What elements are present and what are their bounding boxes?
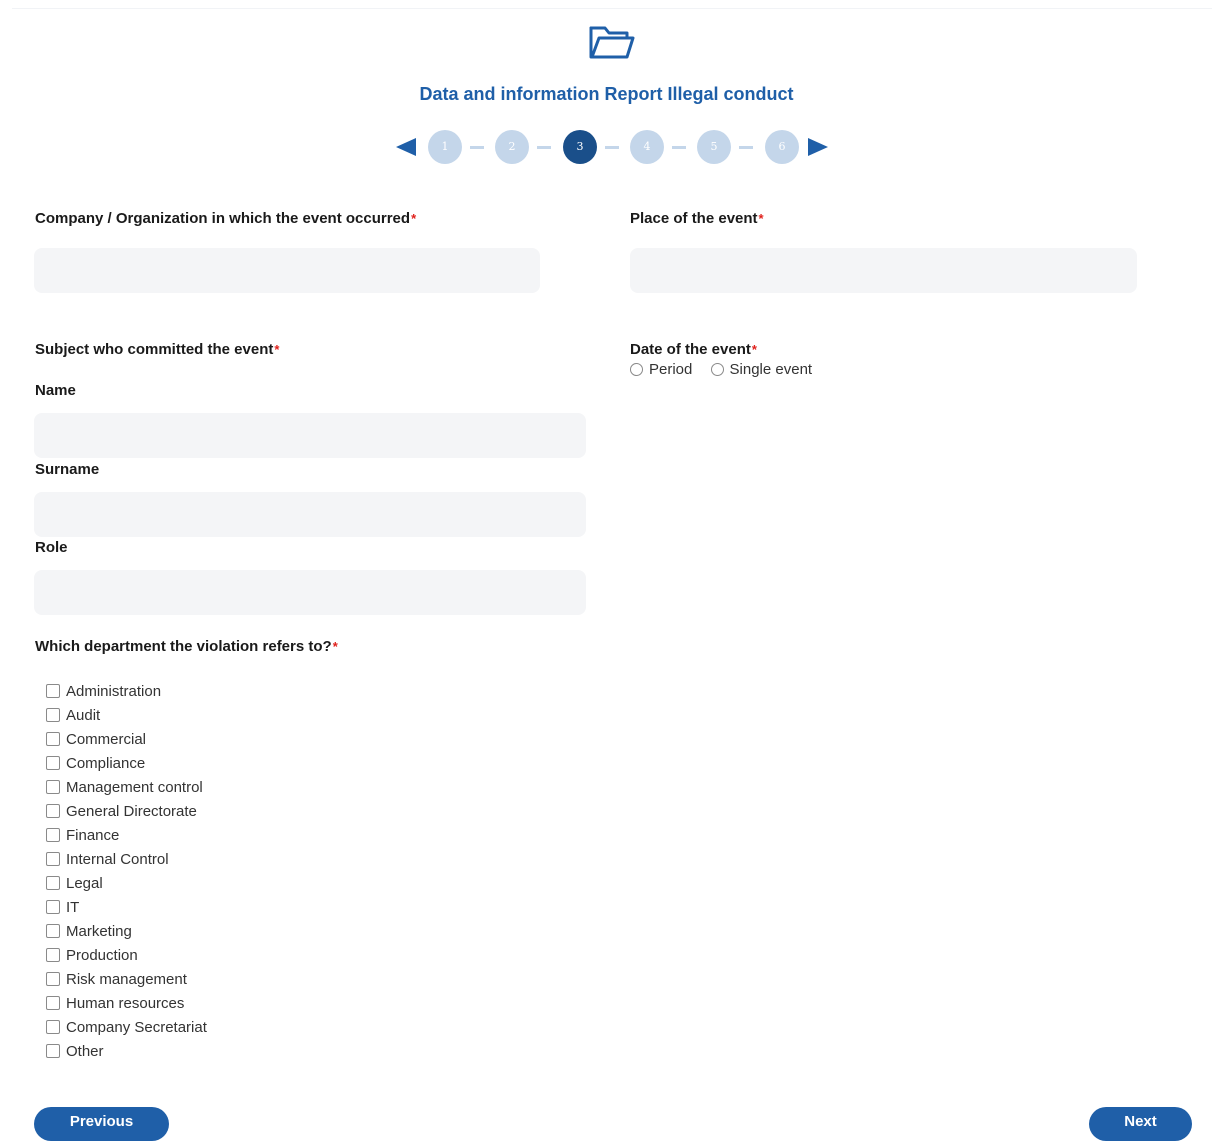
checkbox-icon[interactable] [46, 756, 60, 770]
checkbox-label: Internal Control [66, 850, 169, 868]
department-checklist: Administration Audit Commercial Complian… [46, 679, 207, 1063]
dept-administration[interactable]: Administration [46, 679, 207, 703]
dept-it[interactable]: IT [46, 895, 207, 919]
checkbox-icon[interactable] [46, 804, 60, 818]
company-label: Company / Organization in which the even… [35, 210, 416, 227]
place-label-text: Place of the event [630, 210, 758, 227]
required-mark: * [758, 211, 764, 226]
checkbox-label: Finance [66, 826, 120, 844]
step-connector [605, 146, 619, 149]
checkbox-label: Commercial [66, 730, 147, 748]
checkbox-label: General Directorate [66, 802, 197, 820]
name-input[interactable] [34, 413, 586, 458]
checkbox-icon[interactable] [46, 780, 60, 794]
checkbox-label: Legal [66, 874, 103, 892]
checkbox-label: Compliance [66, 754, 146, 772]
checkbox-icon[interactable] [46, 684, 60, 698]
checkbox-label: Audit [66, 706, 101, 724]
page-title: Data and information Report Illegal cond… [419, 84, 794, 104]
step-4[interactable]: 4 [630, 130, 664, 164]
date-radio-group: Period Single event [630, 361, 826, 380]
checkbox-icon[interactable] [46, 948, 60, 962]
stepper: 1 2 3 4 5 6 [394, 130, 834, 164]
required-mark: * [411, 211, 417, 226]
role-input[interactable] [34, 570, 586, 615]
step-1[interactable]: 1 [428, 130, 462, 164]
dept-production[interactable]: Production [46, 943, 207, 967]
checkbox-label: Other [66, 1042, 104, 1060]
place-input[interactable] [630, 248, 1137, 293]
checkbox-icon[interactable] [46, 1020, 60, 1034]
checkbox-icon[interactable] [46, 972, 60, 986]
period-radio[interactable]: Period [630, 361, 692, 378]
step-connector [470, 146, 484, 149]
checkbox-icon[interactable] [46, 996, 60, 1010]
checkbox-label: Human resources [66, 994, 185, 1012]
checkbox-icon[interactable] [46, 732, 60, 746]
name-label: Name [35, 382, 76, 399]
next-button[interactable]: Next [1089, 1107, 1192, 1141]
checkbox-icon[interactable] [46, 1044, 60, 1058]
subject-label: Subject who committed the event* [35, 341, 279, 358]
dept-compliance[interactable]: Compliance [46, 751, 207, 775]
dept-commercial[interactable]: Commercial [46, 727, 207, 751]
step-3-active[interactable]: 3 [563, 130, 597, 164]
checkbox-label: Risk management [66, 970, 187, 988]
place-label: Place of the event* [630, 210, 764, 227]
checkbox-label: Administration [66, 682, 162, 700]
company-label-text: Company / Organization in which the even… [35, 210, 411, 227]
date-label-text: Date of the event [630, 341, 751, 358]
department-label: Which department the violation refers to… [35, 638, 338, 655]
checkbox-icon[interactable] [46, 852, 60, 866]
checkbox-icon[interactable] [46, 876, 60, 890]
required-mark: * [274, 342, 280, 357]
required-mark: * [332, 639, 338, 654]
top-divider [12, 8, 1212, 9]
dept-other[interactable]: Other [46, 1039, 207, 1063]
dept-general-directorate[interactable]: General Directorate [46, 799, 207, 823]
step-connector [537, 146, 551, 149]
dept-management-control[interactable]: Management control [46, 775, 207, 799]
single-event-radio[interactable]: Single event [710, 361, 813, 378]
checkbox-label: Production [66, 946, 138, 964]
surname-input[interactable] [34, 492, 586, 537]
radio-circle-icon[interactable] [710, 363, 724, 376]
single-event-radio-label: Single event [729, 361, 813, 378]
triangle-left-icon[interactable] [396, 138, 416, 156]
checkbox-icon[interactable] [46, 828, 60, 842]
previous-button[interactable]: Previous [34, 1107, 169, 1141]
checkbox-icon[interactable] [46, 708, 60, 722]
date-label: Date of the event* [630, 341, 757, 358]
step-connector [672, 146, 686, 149]
subject-label-text: Subject who committed the event [35, 341, 274, 358]
step-connector [739, 146, 753, 149]
dept-internal-control[interactable]: Internal Control [46, 847, 207, 871]
company-input[interactable] [34, 248, 540, 293]
surname-label: Surname [35, 461, 100, 478]
dept-human-resources[interactable]: Human resources [46, 991, 207, 1015]
checkbox-label: Management control [66, 778, 203, 796]
step-6[interactable]: 6 [765, 130, 799, 164]
dept-finance[interactable]: Finance [46, 823, 207, 847]
department-label-text: Which department the violation refers to… [35, 638, 332, 655]
step-2[interactable]: 2 [495, 130, 529, 164]
checkbox-icon[interactable] [46, 924, 60, 938]
dept-company-secretariat[interactable]: Company Secretariat [46, 1015, 207, 1039]
checkbox-label: Marketing [66, 922, 132, 940]
triangle-right-icon[interactable] [808, 138, 828, 156]
checkbox-icon[interactable] [46, 900, 60, 914]
dept-risk-management[interactable]: Risk management [46, 967, 207, 991]
checkbox-label: Company Secretariat [66, 1018, 207, 1036]
role-label: Role [35, 539, 68, 556]
dept-marketing[interactable]: Marketing [46, 919, 207, 943]
required-mark: * [751, 342, 757, 357]
dept-legal[interactable]: Legal [46, 871, 207, 895]
radio-circle-icon[interactable] [630, 363, 643, 376]
checkbox-label: IT [66, 898, 80, 916]
dept-audit[interactable]: Audit [46, 703, 207, 727]
step-5[interactable]: 5 [697, 130, 731, 164]
period-radio-label: Period [649, 361, 693, 378]
folder-open-icon [589, 26, 635, 59]
